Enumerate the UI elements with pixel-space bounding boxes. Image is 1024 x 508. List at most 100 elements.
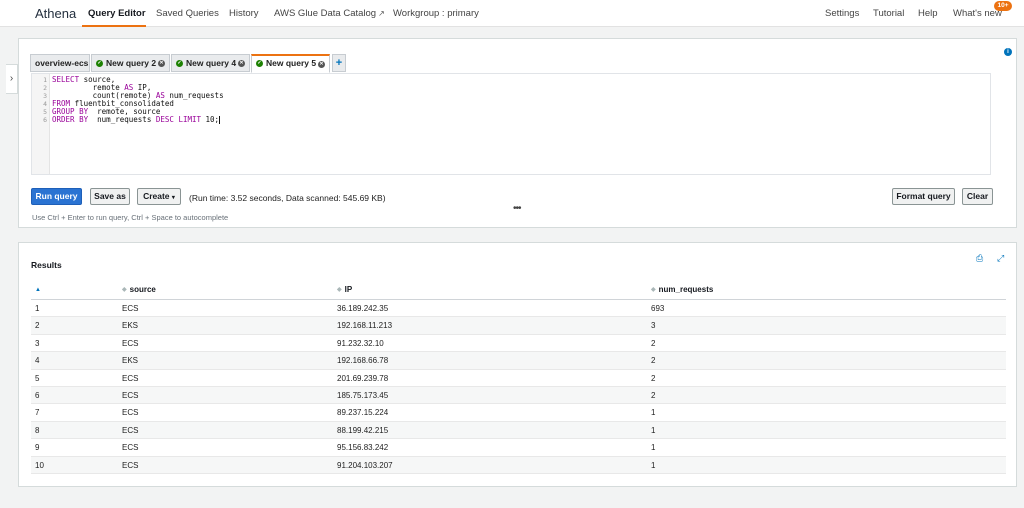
format-query-button[interactable]: Format query — [892, 188, 955, 205]
row-number-cell: 6 — [35, 390, 40, 400]
external-link-icon: ↗ — [378, 9, 385, 18]
chevron-down-icon: ▾ — [171, 195, 175, 201]
download-csv-icon[interactable]: ⎙ — [976, 253, 983, 264]
ip-cell: 89.237.15.224 — [337, 408, 389, 418]
line-number: 2 — [43, 84, 47, 92]
code-line: ORDER BY num_requests DESC LIMIT 10; — [52, 115, 221, 124]
row-number-header[interactable]: ▲ — [35, 280, 44, 300]
nav-glue-label: AWS Glue Data Catalog — [274, 8, 377, 19]
ip-cell: 192.168.66.78 — [337, 356, 389, 366]
row-number-cell: 9 — [35, 443, 40, 453]
chevron-right-icon[interactable]: › — [6, 64, 18, 94]
sort-ascending-icon: ▲ — [35, 287, 41, 293]
num-requests-cell: 1 — [651, 425, 656, 435]
results-panel: Results ⎙ ⤢ ▲ ◆ source ◆ IP ◆ num_requests … — [18, 242, 1017, 487]
clear-button[interactable]: Clear — [962, 188, 993, 205]
results-table: ▲ ◆ source ◆ IP ◆ num_requests 1 ECS 36.189.2… — [31, 280, 1006, 474]
tab-label: overview-ecs — [35, 58, 89, 68]
app-brand[interactable]: Athena — [35, 6, 76, 21]
close-icon[interactable]: ✕ — [238, 60, 245, 67]
row-number-cell: 7 — [35, 408, 40, 418]
line-number: 4 — [43, 100, 47, 108]
tab-label: New query 4 — [186, 58, 237, 68]
tab-label: New query 2 — [106, 58, 157, 68]
line-number: 6 — [43, 116, 47, 124]
table-row[interactable]: 3 ECS 91.232.32.10 2 — [31, 335, 1006, 353]
nav-glue-data-catalog[interactable]: AWS Glue Data Catalog ↗ — [274, 8, 385, 19]
save-as-button[interactable]: Save as — [90, 188, 130, 205]
column-label: source — [129, 285, 156, 295]
add-tab-button[interactable]: + — [332, 54, 346, 72]
run-info: (Run time: 3.52 seconds, Data scanned: 5… — [189, 193, 386, 203]
num-requests-cell: 2 — [651, 356, 656, 366]
source-cell: ECS — [122, 304, 139, 313]
table-header: ▲ ◆ source ◆ IP ◆ num_requests — [31, 280, 1006, 300]
nav-query-editor[interactable]: Query Editor — [88, 8, 146, 19]
sort-icon: ◆ — [337, 287, 342, 293]
table-row[interactable]: 8 ECS 88.199.42.215 1 — [31, 421, 1006, 440]
table-row[interactable]: 6 ECS 185.75.173.45 2 — [31, 386, 1006, 405]
sql-editor[interactable]: 1 2 3 4 5 6 SELECT source, remote AS IP,… — [31, 73, 991, 175]
success-icon: ✓ — [256, 60, 263, 68]
tab-label: New query 5 — [266, 58, 317, 68]
row-number-cell: 2 — [35, 321, 40, 331]
top-navigation: Athena Query Editor Saved Queries Histor… — [0, 0, 1024, 27]
num-requests-cell: 1 — [651, 443, 656, 453]
nav-saved-queries[interactable]: Saved Queries — [156, 8, 219, 19]
success-icon: ✓ — [176, 60, 183, 68]
nav-settings[interactable]: Settings — [825, 8, 859, 19]
ip-cell: 91.232.32.10 — [337, 338, 384, 348]
close-icon[interactable]: ✕ — [318, 61, 325, 68]
table-row[interactable]: 7 ECS 89.237.15.224 1 — [31, 404, 1006, 422]
create-label: Create — [143, 191, 170, 201]
source-cell: EKS — [122, 356, 139, 366]
column-label: num_requests — [658, 285, 714, 295]
table-row[interactable]: 1 ECS 36.189.242.35 693 — [31, 300, 1006, 318]
tab-new-query-4[interactable]: ✓ New query 4 ✕ — [171, 54, 250, 72]
nav-tutorial[interactable]: Tutorial — [873, 8, 904, 19]
row-number-cell: 10 — [35, 460, 44, 470]
info-icon[interactable]: i — [1004, 48, 1012, 56]
tab-new-query-5[interactable]: ✓ New query 5 ✕ — [251, 54, 330, 73]
num-requests-cell: 1 — [651, 408, 656, 418]
results-title: Results — [31, 260, 62, 270]
nav-workgroup[interactable]: Workgroup : primary — [393, 8, 479, 19]
sort-icon: ◆ — [651, 287, 656, 293]
run-query-button[interactable]: Run query — [31, 188, 82, 205]
nav-history[interactable]: History — [229, 8, 259, 19]
column-header-source[interactable]: ◆ source — [122, 280, 156, 300]
line-gutter: 1 2 3 4 5 6 — [32, 74, 50, 174]
row-number-cell: 4 — [35, 356, 40, 366]
num-requests-cell: 1 — [651, 460, 656, 470]
source-cell: ECS — [122, 338, 139, 348]
row-number-cell: 1 — [35, 304, 40, 313]
table-row[interactable]: 5 ECS 201.69.239.78 2 — [31, 370, 1006, 387]
nav-whats-new[interactable]: What's new — [953, 8, 1002, 19]
source-cell: ECS — [122, 373, 139, 383]
success-icon: ✓ — [96, 60, 103, 68]
line-number: 1 — [43, 76, 47, 84]
expand-icon[interactable]: ⤢ — [997, 253, 1004, 264]
resize-handle-icon[interactable]: ••• — [513, 203, 521, 214]
table-row[interactable]: 9 ECS 95.156.83.242 1 — [31, 439, 1006, 457]
sort-icon: ◆ — [122, 287, 127, 293]
column-header-num-requests[interactable]: ◆ num_requests — [651, 280, 713, 300]
line-number: 3 — [43, 92, 47, 100]
table-row[interactable]: 10 ECS 91.204.103.207 1 — [31, 456, 1006, 474]
nav-help[interactable]: Help — [918, 8, 938, 19]
column-header-ip[interactable]: ◆ IP — [337, 280, 352, 300]
num-requests-cell: 2 — [651, 390, 656, 400]
num-requests-cell: 3 — [651, 321, 656, 331]
source-cell: ECS — [122, 408, 139, 418]
tab-overview-ecs[interactable]: overview-ecs — [30, 54, 90, 72]
row-number-cell: 3 — [35, 338, 40, 348]
create-dropdown[interactable]: Create ▾ — [137, 188, 181, 205]
table-row[interactable]: 4 EKS 192.168.66.78 2 — [31, 352, 1006, 370]
num-requests-cell: 2 — [651, 338, 656, 348]
line-number: 5 — [43, 108, 47, 116]
tab-new-query-2[interactable]: ✓ New query 2 ✕ — [91, 54, 170, 72]
close-icon[interactable]: ✕ — [158, 60, 165, 67]
whats-new-badge: 10+ — [994, 1, 1012, 11]
ip-cell: 36.189.242.35 — [337, 304, 389, 313]
table-row[interactable]: 2 EKS 192.168.11.213 3 — [31, 317, 1006, 335]
